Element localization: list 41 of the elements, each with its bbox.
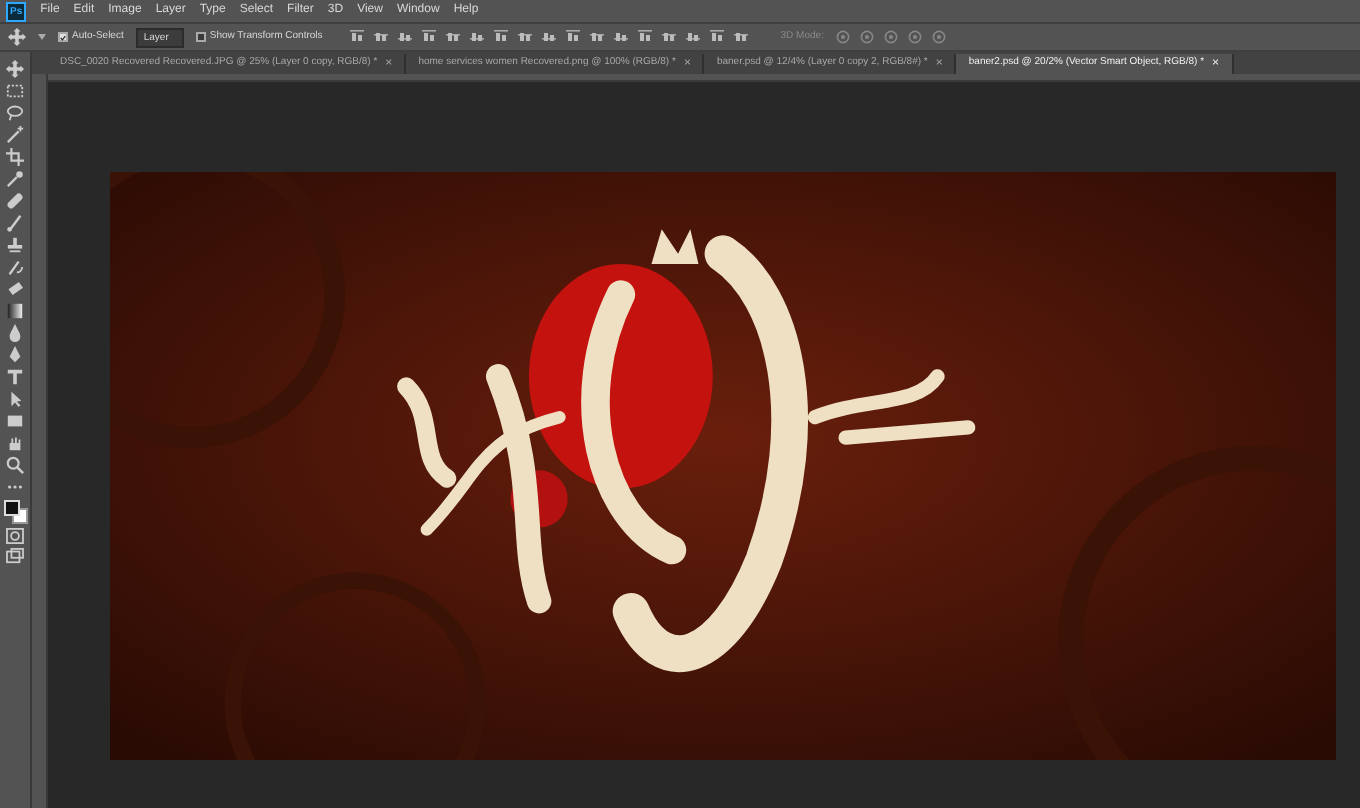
align-icon[interactable] <box>398 30 413 44</box>
align-icon[interactable] <box>494 30 509 44</box>
gradient-icon[interactable] <box>6 302 24 320</box>
lasso-icon[interactable] <box>6 104 24 122</box>
shape-icon[interactable] <box>6 412 24 430</box>
checkbox[interactable] <box>58 32 68 42</box>
screen-mode-icon[interactable] <box>6 548 24 564</box>
eraser-icon[interactable] <box>6 280 24 298</box>
align-icon[interactable] <box>350 30 365 44</box>
align-icon[interactable] <box>734 30 749 44</box>
align-icon[interactable] <box>614 30 629 44</box>
checkbox[interactable] <box>195 32 206 42</box>
align-icon[interactable] <box>662 30 677 44</box>
type-icon[interactable] <box>6 368 24 386</box>
align-icon[interactable] <box>470 30 485 44</box>
align-icon[interactable] <box>374 30 389 44</box>
marquee-icon[interactable] <box>6 82 24 100</box>
color-swatches-icon[interactable] <box>3 500 27 524</box>
align-icon[interactable] <box>686 30 701 44</box>
eyedropper-icon[interactable] <box>6 170 24 188</box>
crop-icon[interactable] <box>6 148 24 166</box>
stamp-icon[interactable] <box>6 236 24 254</box>
align-icon[interactable] <box>518 30 533 44</box>
caret-icon[interactable] <box>38 34 46 40</box>
move-icon[interactable] <box>8 28 26 46</box>
align-icon[interactable] <box>542 30 557 44</box>
align-icon[interactable] <box>710 30 725 44</box>
history-brush-icon[interactable] <box>6 258 24 276</box>
path-selection-icon[interactable] <box>6 390 24 408</box>
align-icon[interactable] <box>590 30 605 44</box>
bandage-icon[interactable] <box>6 192 24 210</box>
align-icon[interactable] <box>422 30 437 44</box>
move-icon[interactable] <box>6 60 24 78</box>
align-icon[interactable] <box>446 30 461 44</box>
quick-mask-icon[interactable] <box>6 528 24 544</box>
zoom-icon[interactable] <box>6 456 24 474</box>
brush-icon[interactable] <box>6 214 24 232</box>
align-icon[interactable] <box>638 30 653 44</box>
wand-icon[interactable] <box>6 126 24 144</box>
align-icon[interactable] <box>566 30 581 44</box>
drop-icon[interactable] <box>6 324 24 342</box>
